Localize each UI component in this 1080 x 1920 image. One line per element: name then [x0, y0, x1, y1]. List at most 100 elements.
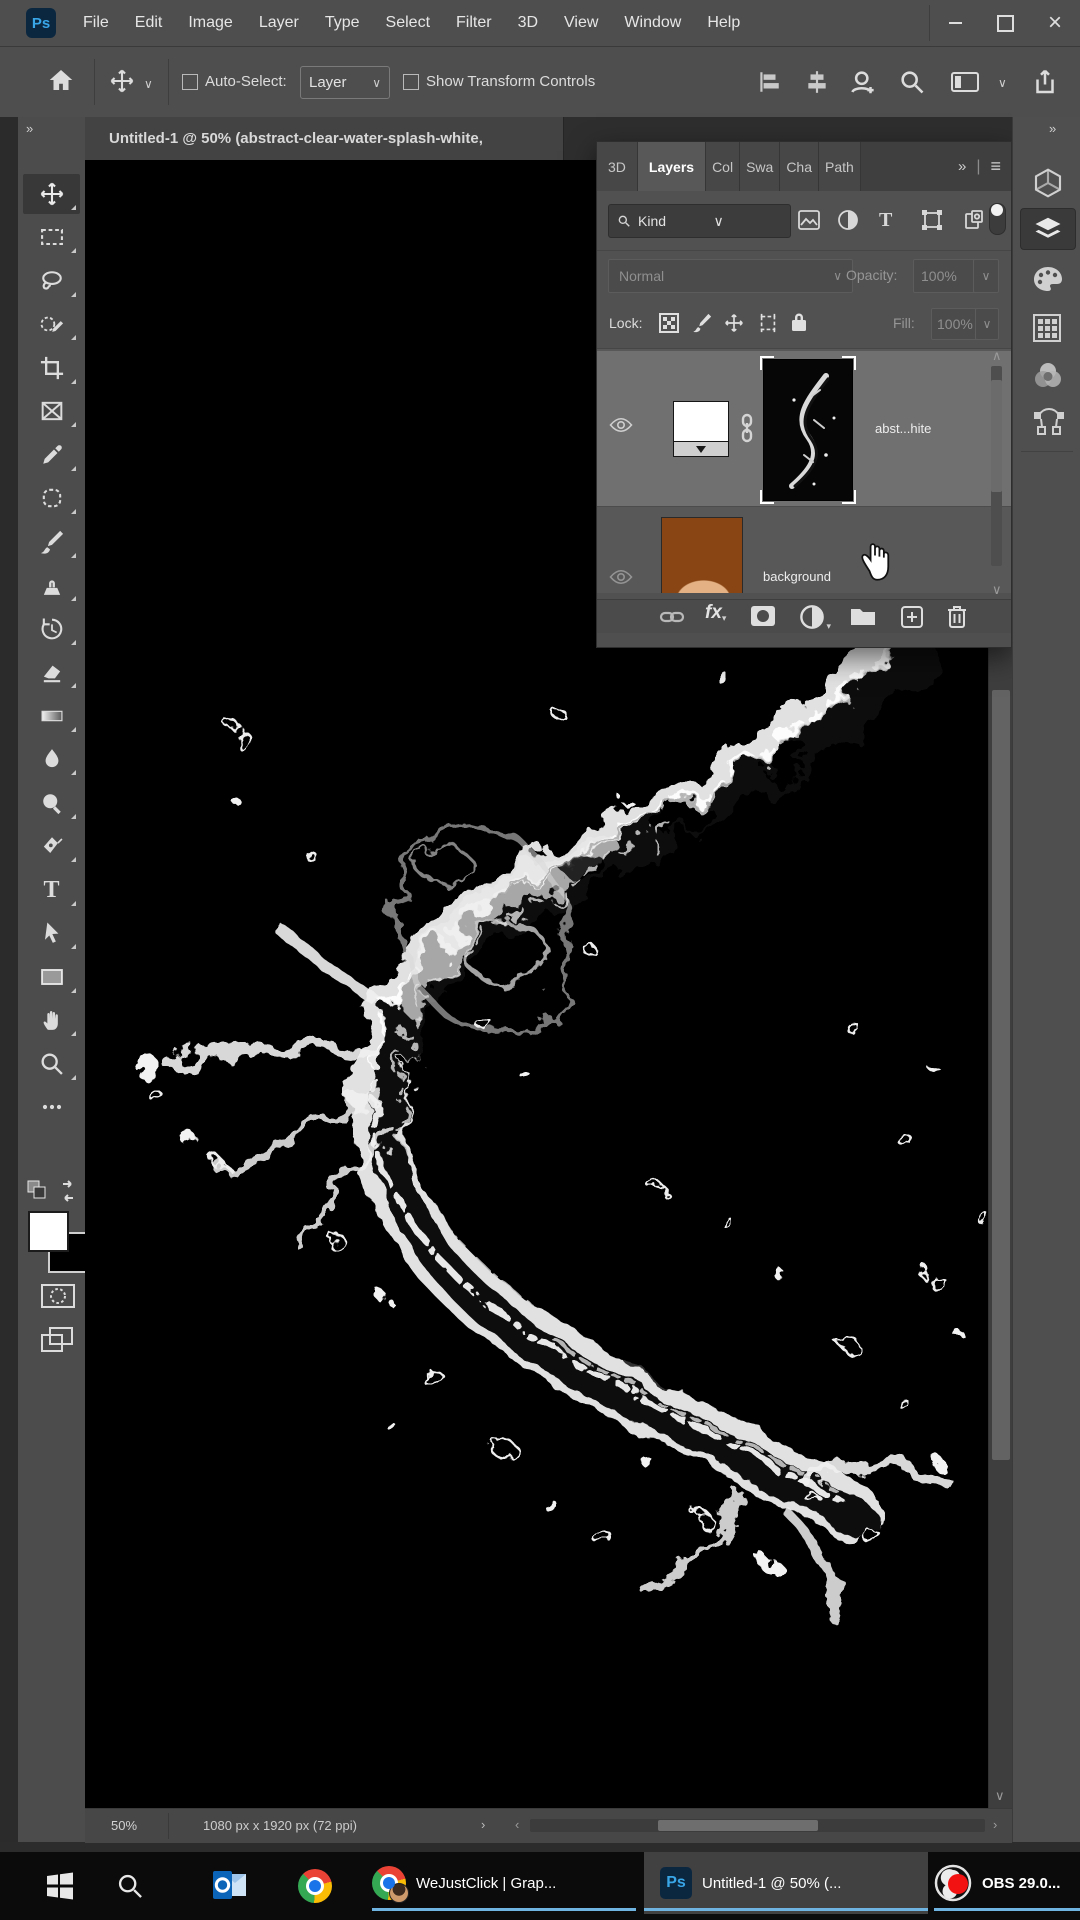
layer-list-scrollbar[interactable]: ∧ ∨: [989, 348, 1004, 597]
screen-mode-icon[interactable]: [40, 1325, 74, 1355]
menu-select[interactable]: Select: [373, 0, 443, 46]
layer-mask-thumbnail[interactable]: [760, 356, 856, 504]
dock-expand-icon[interactable]: »: [1049, 121, 1056, 136]
tab-3d[interactable]: 3D: [597, 142, 638, 191]
dodge-tool[interactable]: [23, 783, 80, 823]
tab-paths[interactable]: Path: [819, 142, 861, 191]
toolbar-collapse-icon[interactable]: »: [26, 121, 33, 136]
zoom-tool[interactable]: [23, 1044, 80, 1084]
scroll-up-icon[interactable]: ∧: [992, 348, 1002, 364]
filter-adjustment-layers-icon[interactable]: [837, 209, 859, 231]
frame-tool[interactable]: [23, 391, 80, 431]
scroll-down-icon[interactable]: ∨: [995, 1788, 1005, 1804]
auto-select-checkbox[interactable]: [182, 74, 198, 90]
blend-mode-dropdown[interactable]: Normal ∨: [608, 259, 853, 293]
menu-file[interactable]: File: [70, 0, 122, 46]
chrome-icon[interactable]: [298, 1869, 332, 1903]
delete-layer-trash-icon[interactable]: [945, 604, 969, 630]
menu-3d[interactable]: 3D: [505, 0, 551, 46]
lock-image-pixels-icon[interactable]: [691, 312, 713, 334]
search-icon[interactable]: [898, 68, 926, 96]
home-icon[interactable]: [46, 65, 76, 95]
status-options-icon[interactable]: ›: [481, 1817, 485, 1832]
dock-channels-icon[interactable]: [1032, 360, 1064, 390]
eyedropper-tool[interactable]: [23, 435, 80, 475]
link-layers-icon[interactable]: [659, 604, 685, 630]
maximize-button[interactable]: [980, 5, 1030, 41]
scroll-left-icon[interactable]: ‹: [515, 1817, 519, 1832]
panel-menu-icon[interactable]: ≡: [990, 156, 1001, 177]
filter-toggle-switch[interactable]: [989, 203, 1006, 235]
horizontal-scroll-thumb[interactable]: [658, 1820, 818, 1831]
share-export-icon[interactable]: [1030, 67, 1060, 97]
hand-tool[interactable]: [23, 1000, 80, 1040]
mask-link-icon[interactable]: [738, 413, 756, 443]
default-colors-icon[interactable]: [26, 1179, 48, 1201]
layer-thumbnail[interactable]: [661, 517, 743, 593]
move-tool[interactable]: [23, 174, 80, 214]
menu-help[interactable]: Help: [694, 0, 753, 46]
layer-row-splash[interactable]: abst...hite: [597, 351, 1011, 506]
menu-window[interactable]: Window: [611, 0, 694, 46]
layer-styles-fx-icon[interactable]: fx▾: [705, 602, 726, 624]
panel-collapse-icon[interactable]: »: [958, 158, 966, 175]
filter-pixel-layers-icon[interactable]: [797, 209, 821, 231]
new-group-folder-icon[interactable]: [849, 604, 877, 628]
crop-tool[interactable]: [23, 348, 80, 388]
chevron-down-icon[interactable]: ∨: [998, 76, 1007, 90]
history-brush-tool[interactable]: [23, 609, 80, 649]
menu-edit[interactable]: Edit: [122, 0, 176, 46]
taskbar-chrome-window-button[interactable]: WeJustClick | Grap...: [372, 1852, 636, 1914]
kind-filter-dropdown[interactable]: Kind ∨: [608, 204, 791, 238]
tab-layers[interactable]: Layers: [637, 142, 707, 191]
object-selection-tool[interactable]: [23, 304, 80, 344]
fill-dropdown-icon[interactable]: ∨: [975, 308, 999, 340]
show-transform-checkbox[interactable]: [403, 74, 419, 90]
lock-artboard-icon[interactable]: [757, 312, 779, 334]
rectangle-tool[interactable]: [23, 957, 80, 997]
opacity-dropdown-icon[interactable]: ∨: [973, 259, 999, 293]
clone-stamp-tool[interactable]: [23, 565, 80, 605]
zoom-level-field[interactable]: 50%: [111, 1818, 137, 1833]
tab-swatches[interactable]: Swa: [740, 142, 781, 191]
dock-color-icon[interactable]: [1032, 265, 1064, 293]
lock-all-icon[interactable]: [789, 311, 809, 333]
auto-select-target-dropdown[interactable]: Layer ∨: [300, 66, 390, 99]
visibility-eye-icon[interactable]: [609, 417, 633, 433]
scroll-down-icon[interactable]: ∨: [992, 582, 1002, 598]
add-layer-mask-icon[interactable]: [749, 604, 777, 628]
document-tab[interactable]: Untitled-1 @ 50% (abstract-clear-water-s…: [85, 117, 564, 160]
rectangular-marquee-tool[interactable]: [23, 217, 80, 257]
type-tool[interactable]: T: [23, 870, 80, 910]
brush-tool[interactable]: [23, 522, 80, 562]
eraser-tool[interactable]: [23, 652, 80, 692]
menu-layer[interactable]: Layer: [246, 0, 312, 46]
filter-type-layers-icon[interactable]: T: [879, 209, 892, 232]
edit-toolbar-ellipsis-icon[interactable]: [23, 1087, 80, 1127]
lock-position-icon[interactable]: [723, 312, 745, 334]
menu-image[interactable]: Image: [175, 0, 245, 46]
dock-paths-icon[interactable]: [1032, 405, 1066, 437]
blur-tool[interactable]: [23, 739, 80, 779]
menu-filter[interactable]: Filter: [443, 0, 505, 46]
vertical-scroll-thumb[interactable]: [992, 690, 1010, 1460]
filter-smart-objects-icon[interactable]: [963, 209, 985, 231]
panel-resize-strip[interactable]: [597, 633, 1011, 647]
swap-colors-icon[interactable]: [56, 1179, 80, 1203]
menu-view[interactable]: View: [551, 0, 611, 46]
close-button[interactable]: ×: [1030, 5, 1080, 41]
align-vertical-centers-icon[interactable]: [804, 69, 830, 95]
layer-name[interactable]: abst...hite: [875, 421, 931, 436]
start-button[interactable]: [45, 1871, 75, 1901]
layer-row-background[interactable]: background: [597, 506, 1011, 593]
dock-layers-icon[interactable]: [1020, 208, 1076, 250]
taskbar-search-icon[interactable]: [116, 1872, 144, 1900]
minimize-button[interactable]: [930, 5, 980, 41]
foreground-color-swatch[interactable]: [28, 1211, 69, 1252]
taskbar-obs-window-button[interactable]: OBS 29.0...: [934, 1852, 1080, 1914]
canvas-horizontal-scrollbar[interactable]: [530, 1819, 985, 1832]
gradient-tool[interactable]: [23, 696, 80, 736]
tab-color[interactable]: Col: [706, 142, 741, 191]
healing-brush-tool[interactable]: [23, 478, 80, 518]
lasso-tool[interactable]: [23, 261, 80, 301]
